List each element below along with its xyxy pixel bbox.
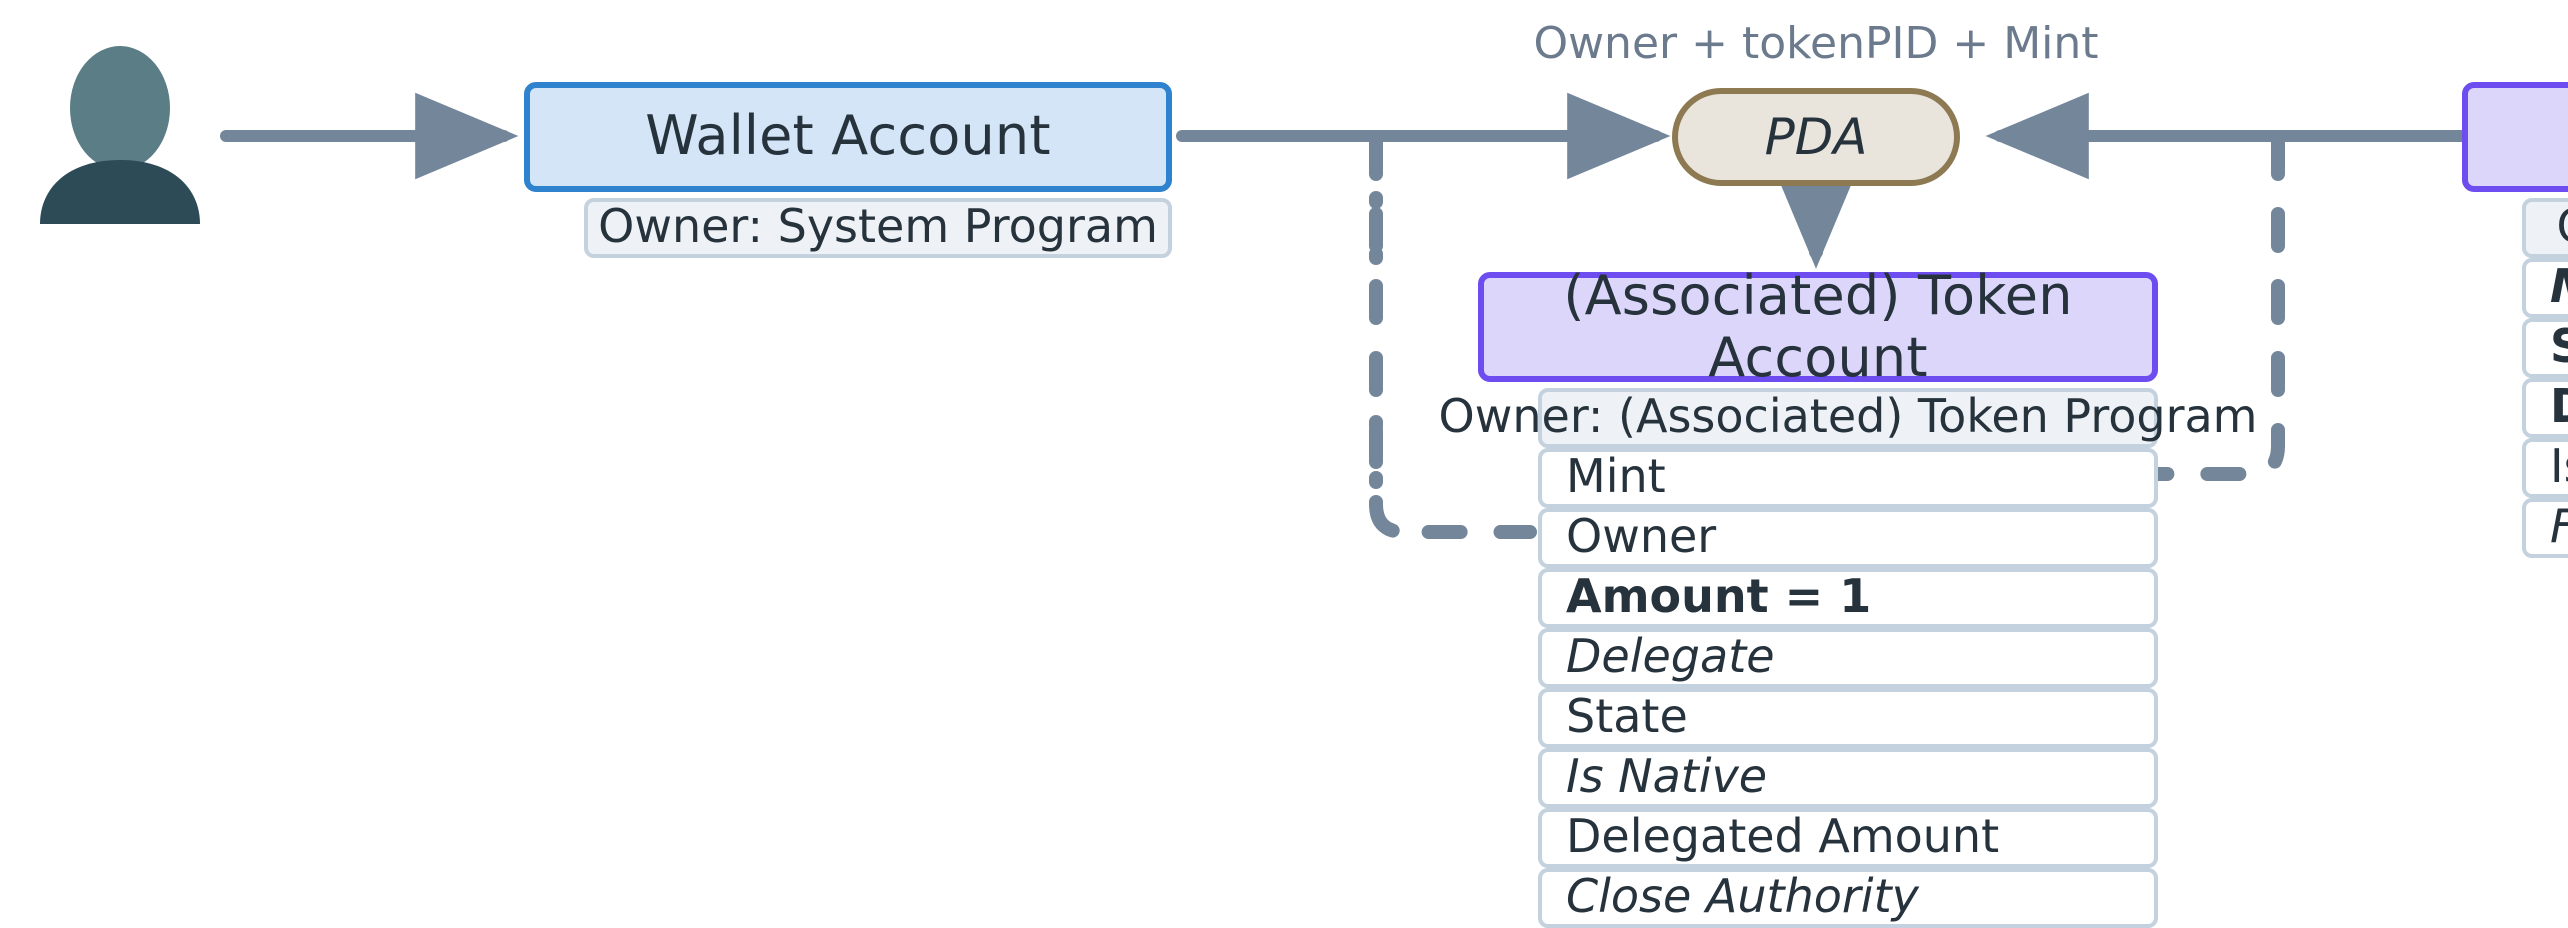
mint-account-field-row: Freeze Authority [2522,498,2568,558]
token-account-title: (Associated) Token Account [1563,265,2073,389]
wallet-account-fields: Owner: System Program [584,198,1172,258]
wallet-account-field-row-label: Owner: System Program [598,202,1158,254]
mint-account-field-row: Supply = 1 [2522,318,2568,378]
mint-account-node[interactable]: Mint Account [2462,82,2568,192]
pda-seed-label: Owner + tokenPID + Mint [1533,20,2099,70]
mint-account-field-row: Is Initialized [2522,438,2568,498]
token-account-field-row-label: Close Authority [1566,872,1919,924]
mint-account-field-row: Owner: Token Program [2522,198,2568,258]
user-avatar-glyph [40,46,200,224]
token-account-field-row: Delegate [1538,628,2158,688]
pda-node[interactable]: PDA [1672,88,1960,186]
diagram-canvas: Wallet Account Owner: System Program Own… [0,0,2568,928]
diagram-edges [220,92,2568,539]
token-account-field-row-label: Is Native [1566,752,1768,804]
user-avatar-icon [36,44,204,236]
token-account-node[interactable]: (Associated) Token Account [1478,265,2158,389]
wallet-account-title: Wallet Account [645,106,1051,168]
token-account-field-row: Owner: (Associated) Token Program [1439,388,2258,448]
mint-account-field-row: Decimals = 0 [2522,378,2568,438]
token-account-field-row-label: State [1566,692,1688,744]
token-account-field-row: Delegated Amount [1538,808,2158,868]
mint-account-field-row-label: Mint Authority = None [2550,262,2568,314]
token-account-field-row-label: Mint [1566,452,1666,504]
pda-label: PDA [1764,108,1868,166]
token-account-field-row: Is Native [1538,748,2158,808]
mint-account-fields: Owner: Token Program Mint Authority = Non… [2522,198,2568,558]
token-account-field-row: Mint [1538,448,2158,508]
mint-account-field-row-label: Supply = 1 [2550,322,2568,374]
mint-account-field-row-label: Freeze Authority [2550,502,2568,554]
mint-account-field-row-label: Is Initialized [2550,442,2568,494]
token-account-fields: Owner: (Associated) Token Program Mint Own… [1439,388,2258,928]
token-account-field-row: Close Authority [1538,868,2158,928]
mint-account-field-row: Mint Authority = None [2522,258,2568,318]
wallet-account-field-row: Owner: System Program [584,198,1172,258]
wallet-account-node[interactable]: Wallet Account [524,82,1172,192]
token-account-field-row-label: Owner [1566,512,1717,564]
mint-account-field-row-label: Owner: Token Program [2556,202,2568,254]
token-account-field-row-label: Owner: (Associated) Token Program [1438,392,2258,444]
token-account-field-row: Amount = 1 [1538,568,2158,628]
token-account-field-row-label: Delegate [1566,632,1775,684]
token-account-field-row-label: Delegated Amount [1566,812,2000,864]
token-account-field-row: State [1538,688,2158,748]
token-account-field-row-label: Amount = 1 [1566,572,1872,624]
token-account-field-row: Owner [1538,508,2158,568]
mint-account-field-row-label: Decimals = 0 [2550,382,2568,434]
